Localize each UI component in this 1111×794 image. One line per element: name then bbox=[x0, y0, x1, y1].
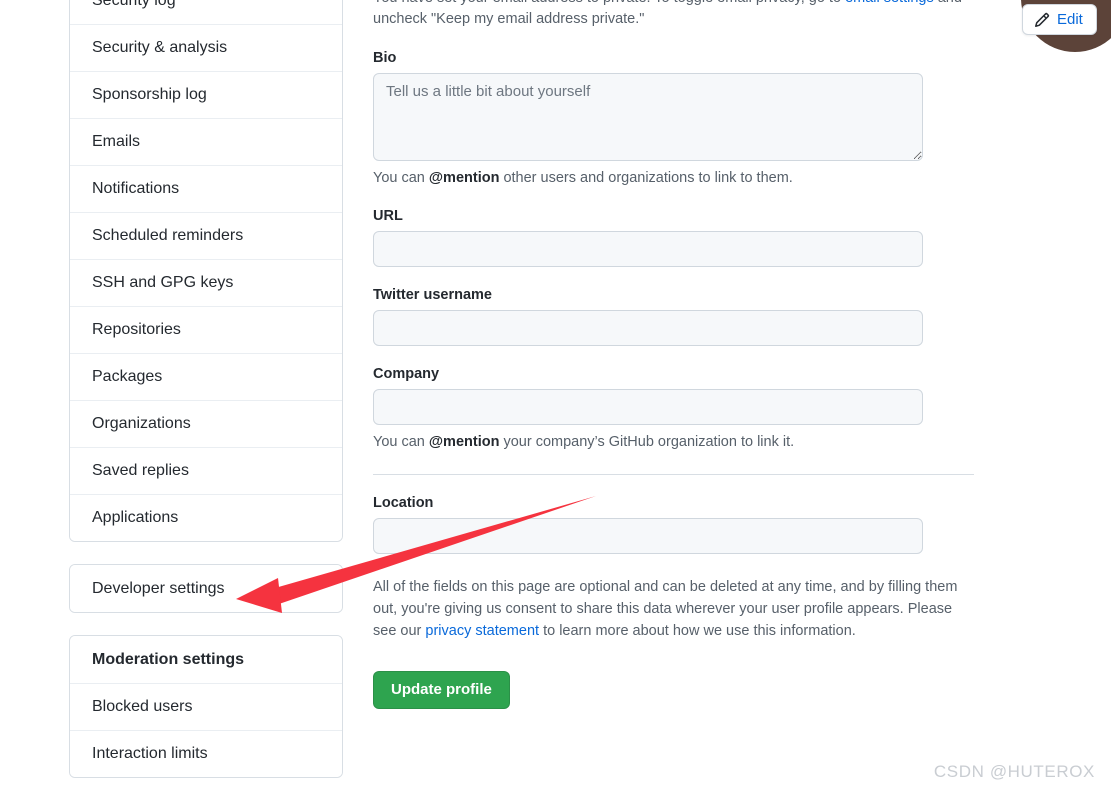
company-help-text: You can @mention your company’s GitHub o… bbox=[373, 432, 978, 452]
company-field-group: Company You can @mention your company’s … bbox=[373, 366, 978, 452]
sidebar-item-label: Blocked users bbox=[92, 698, 193, 715]
moderation-settings-group: Moderation settings Blocked users Intera… bbox=[69, 635, 343, 778]
sidebar-item-packages[interactable]: Packages bbox=[70, 353, 342, 400]
edit-avatar-button[interactable]: Edit bbox=[1022, 4, 1097, 35]
edit-button-label: Edit bbox=[1057, 11, 1083, 28]
sidebar-item-applications[interactable]: Applications bbox=[70, 494, 342, 541]
bio-help-suffix: other users and organizations to link to… bbox=[499, 170, 793, 186]
twitter-field-group: Twitter username bbox=[373, 287, 978, 346]
sidebar-item-label: Saved replies bbox=[92, 462, 189, 479]
company-help-prefix: You can bbox=[373, 434, 429, 450]
bio-help-text: You can @mention other users and organiz… bbox=[373, 168, 978, 188]
sidebar-item-ssh-and-gpg-keys[interactable]: SSH and GPG keys bbox=[70, 259, 342, 306]
sidebar-header-moderation-settings: Moderation settings bbox=[70, 636, 342, 683]
sidebar-item-blocked-users[interactable]: Blocked users bbox=[70, 683, 342, 730]
sidebar-item-label: Repositories bbox=[92, 321, 181, 338]
bio-help-mention: @mention bbox=[428, 170, 500, 186]
sidebar-item-label: Organizations bbox=[92, 415, 191, 432]
page-root: Security log Security & analysis Sponsor… bbox=[0, 0, 1111, 794]
sidebar-item-label: Applications bbox=[92, 509, 179, 526]
sidebar-item-sponsorship-log[interactable]: Sponsorship log bbox=[70, 71, 342, 118]
sidebar-item-label: Security log bbox=[92, 0, 176, 9]
email-privacy-note-text1: You have set your email address to priva… bbox=[373, 0, 845, 6]
sidebar-item-scheduled-reminders[interactable]: Scheduled reminders bbox=[70, 212, 342, 259]
csdn-watermark: CSDN @HUTEROX bbox=[933, 762, 1095, 781]
bio-input[interactable] bbox=[373, 73, 923, 161]
sidebar-item-label: Security & analysis bbox=[92, 39, 228, 56]
pencil-icon bbox=[1034, 12, 1050, 28]
sidebar-item-label: Developer settings bbox=[92, 579, 225, 597]
sidebar-item-label: Notifications bbox=[92, 180, 180, 197]
consent-text: All of the fields on this page are optio… bbox=[373, 576, 963, 642]
sidebar-item-label: Packages bbox=[92, 368, 163, 385]
sidebar-item-label: Scheduled reminders bbox=[92, 227, 244, 244]
bio-help-prefix: You can bbox=[373, 170, 429, 186]
privacy-statement-link[interactable]: privacy statement bbox=[425, 623, 539, 639]
sidebar-item-organizations[interactable]: Organizations bbox=[70, 400, 342, 447]
sidebar-item-emails[interactable]: Emails bbox=[70, 118, 342, 165]
sidebar-item-notifications[interactable]: Notifications bbox=[70, 165, 342, 212]
company-help-suffix: your company’s GitHub organization to li… bbox=[499, 434, 795, 450]
sidebar-item-label: Emails bbox=[92, 133, 141, 150]
url-field-group: URL bbox=[373, 208, 978, 267]
sidebar-item-developer-settings[interactable]: Developer settings bbox=[70, 565, 342, 612]
update-profile-button[interactable]: Update profile bbox=[373, 670, 510, 709]
sidebar-item-security-analysis[interactable]: Security & analysis bbox=[70, 24, 342, 71]
location-input[interactable] bbox=[373, 518, 923, 554]
developer-settings-group: Developer settings bbox=[69, 564, 343, 613]
location-label: Location bbox=[373, 495, 434, 511]
company-input[interactable] bbox=[373, 389, 923, 425]
url-input[interactable] bbox=[373, 231, 923, 267]
bio-field-group: Bio You can @mention other users and org… bbox=[373, 50, 978, 188]
section-divider bbox=[373, 474, 974, 475]
sidebar-item-security-log[interactable]: Security log bbox=[70, 0, 342, 24]
sidebar-item-interaction-limits[interactable]: Interaction limits bbox=[70, 730, 342, 777]
company-label: Company bbox=[373, 366, 440, 382]
sidebar-item-repositories[interactable]: Repositories bbox=[70, 306, 342, 353]
twitter-username-label: Twitter username bbox=[373, 287, 492, 303]
consent-line-3-suffix: to learn more about how we use this info… bbox=[539, 623, 856, 639]
settings-sidebar: Security log Security & analysis Sponsor… bbox=[69, 0, 343, 794]
email-settings-link[interactable]: email settings bbox=[845, 0, 934, 6]
profile-form: You have set your email address to priva… bbox=[373, 0, 978, 709]
sidebar-item-saved-replies[interactable]: Saved replies bbox=[70, 447, 342, 494]
sidebar-item-label: Interaction limits bbox=[92, 745, 208, 762]
url-label: URL bbox=[373, 208, 403, 224]
twitter-username-input[interactable] bbox=[373, 310, 923, 346]
consent-line-1: All of the fields on this page are optio… bbox=[373, 579, 922, 595]
email-privacy-note: You have set your email address to priva… bbox=[373, 0, 974, 30]
bio-label: Bio bbox=[373, 50, 397, 66]
sidebar-item-label: Sponsorship log bbox=[92, 86, 207, 103]
account-settings-group: Security log Security & analysis Sponsor… bbox=[69, 0, 343, 542]
location-field-group: Location bbox=[373, 495, 978, 554]
sidebar-item-label: Moderation settings bbox=[92, 650, 245, 668]
sidebar-item-label: SSH and GPG keys bbox=[92, 274, 234, 291]
company-help-mention: @mention bbox=[428, 434, 500, 450]
